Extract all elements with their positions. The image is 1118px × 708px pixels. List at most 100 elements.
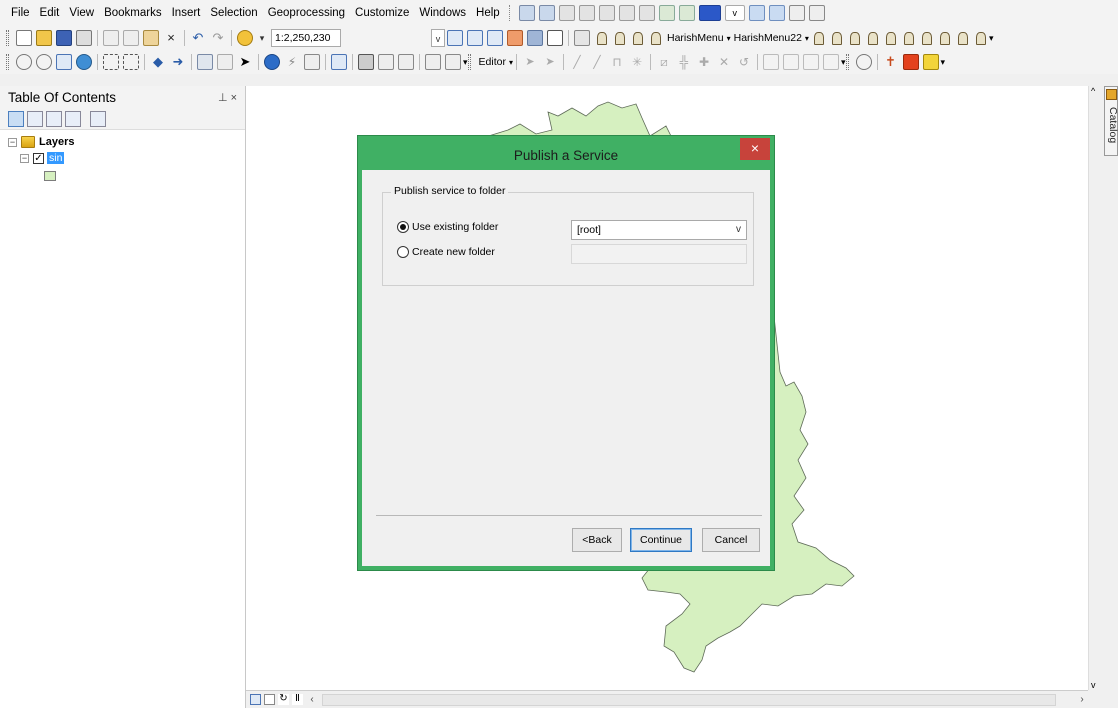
zoom-in-icon[interactable] <box>16 54 32 70</box>
menu-geoprocessing[interactable]: Geoprocessing <box>263 0 350 26</box>
editor-toolbar-icon[interactable] <box>447 30 463 46</box>
chevron-down-icon[interactable]: v <box>724 5 745 21</box>
use-existing-folder-radio[interactable] <box>397 221 409 233</box>
menu-help[interactable]: Help <box>471 0 505 26</box>
custom-tool-icon[interactable] <box>919 30 933 46</box>
existing-folder-select[interactable]: [root] v <box>571 220 747 240</box>
printer-icon[interactable] <box>788 5 805 21</box>
data-view-button[interactable] <box>250 694 261 705</box>
pin-close-icon[interactable]: ⊥ × <box>218 91 237 104</box>
save-icon[interactable] <box>56 30 72 46</box>
edit-annotation-icon[interactable]: ➤ <box>542 54 558 70</box>
cut-polygons-icon[interactable]: ✚ <box>696 54 712 70</box>
custom-house-icon[interactable] <box>902 54 919 70</box>
search-window-icon[interactable] <box>507 30 523 46</box>
layer-label[interactable]: sin <box>47 152 65 164</box>
copy-icon[interactable] <box>123 30 139 46</box>
custom-tool-icon[interactable] <box>973 30 987 46</box>
scale-dropdown-icon[interactable]: v <box>431 29 445 47</box>
custom-tool-icon[interactable] <box>883 30 897 46</box>
catalog-icon[interactable] <box>487 30 503 46</box>
layout-icon[interactable] <box>578 5 595 21</box>
toolbar-grip[interactable] <box>845 54 849 70</box>
menu-file[interactable]: File <box>6 0 35 26</box>
custom-tool-icon[interactable] <box>594 30 608 46</box>
sketch-properties-icon[interactable] <box>782 54 799 70</box>
scroll-down-icon[interactable]: v <box>1091 680 1096 690</box>
custom-tool-icon[interactable] <box>612 30 626 46</box>
new-document-icon[interactable] <box>16 30 32 46</box>
list-by-source-icon[interactable] <box>27 110 43 127</box>
close-button[interactable]: × <box>740 138 770 160</box>
custom-tool-icon[interactable] <box>811 30 825 46</box>
full-extent-icon[interactable] <box>76 54 92 70</box>
page-icon[interactable] <box>768 5 785 21</box>
add-data-icon[interactable] <box>237 30 253 46</box>
table-icon[interactable] <box>598 5 615 21</box>
python-window-icon[interactable] <box>547 30 563 46</box>
toolbar-grip[interactable] <box>6 30 9 46</box>
rotate-icon[interactable]: ↺ <box>736 54 752 70</box>
toolbar-overflow-icon[interactable]: ▾ <box>989 33 994 44</box>
straight-segment-icon[interactable]: ╱ <box>569 54 585 70</box>
redo-icon[interactable]: ↷ <box>210 30 226 46</box>
scroll-left-icon[interactable]: ‹ <box>306 694 318 705</box>
go-to-xy-icon[interactable] <box>378 54 394 70</box>
attributes-icon[interactable] <box>762 54 779 70</box>
layers-root-row[interactable]: − Layers <box>8 134 245 150</box>
open-folder-icon[interactable] <box>36 30 52 46</box>
endpoint-arc-icon[interactable]: ╱ <box>589 54 605 70</box>
hyperlink-icon[interactable]: ⚡ <box>284 54 300 70</box>
refresh-icon[interactable]: ↻ <box>278 694 289 705</box>
point-icon[interactable]: ✳ <box>629 54 645 70</box>
back-arrow-icon[interactable]: ◆ <box>150 54 166 70</box>
editor-menu[interactable]: Editor <box>476 56 509 68</box>
trace-icon[interactable]: ⊓ <box>609 54 625 70</box>
html-popup-icon[interactable] <box>304 54 320 70</box>
clear-selection-icon[interactable] <box>217 54 233 70</box>
layout-view-icon[interactable] <box>445 54 461 70</box>
collapse-icon[interactable]: − <box>8 137 17 147</box>
custom-tool-icon[interactable] <box>901 30 915 46</box>
polygon-symbol-swatch[interactable] <box>44 170 56 181</box>
time-slider-icon[interactable] <box>398 54 414 70</box>
create-viewer-icon[interactable] <box>425 54 441 70</box>
list-by-drawing-order-icon[interactable] <box>8 110 24 127</box>
table-of-contents-icon[interactable] <box>467 30 483 46</box>
toolbar-overflow-icon[interactable]: ▾ <box>941 57 946 68</box>
measure-icon[interactable] <box>331 54 347 70</box>
menu-insert[interactable]: Insert <box>167 0 206 26</box>
custom-tool-icon[interactable] <box>630 30 644 46</box>
globe-icon[interactable] <box>518 5 535 21</box>
edit-tool-icon[interactable]: ➤ <box>522 54 538 70</box>
paste-icon[interactable] <box>143 30 159 46</box>
harish-menu-22[interactable]: HarishMenu22 <box>731 32 805 44</box>
catalog-dock-tab[interactable]: Catalog <box>1104 86 1118 156</box>
harish-menu[interactable]: HarishMenu <box>664 32 727 44</box>
select-features-icon[interactable] <box>197 54 213 70</box>
magnifier-icon[interactable] <box>855 54 872 70</box>
continue-button[interactable]: Continue <box>630 528 692 552</box>
custom-tool-icon[interactable] <box>865 30 879 46</box>
toolbar-grip[interactable] <box>6 54 9 70</box>
identify-icon[interactable] <box>264 54 280 70</box>
create-new-folder-radio[interactable] <box>397 246 409 258</box>
editor-options-icon[interactable] <box>822 54 839 70</box>
zoom-out-icon[interactable] <box>36 54 52 70</box>
custom-tool-icon[interactable] <box>955 30 969 46</box>
find-icon[interactable] <box>358 54 374 70</box>
layout-view-button[interactable] <box>264 694 275 705</box>
edit-vertices-icon[interactable]: ⧄ <box>656 54 672 70</box>
custom-tool-icon[interactable] <box>937 30 951 46</box>
scroll-right-icon[interactable]: › <box>1076 694 1088 705</box>
menu-selection[interactable]: Selection <box>205 0 262 26</box>
toolbar-grip[interactable] <box>467 54 471 70</box>
options-icon[interactable] <box>90 110 106 127</box>
list-by-selection-icon[interactable] <box>65 110 81 127</box>
horizontal-scrollbar[interactable] <box>322 693 1056 706</box>
split-icon[interactable]: ✕ <box>716 54 732 70</box>
menu-windows[interactable]: Windows <box>414 0 471 26</box>
menu-edit[interactable]: Edit <box>35 0 65 26</box>
create-new-folder-option[interactable]: Create new folder <box>397 246 495 258</box>
vertical-scrollbar[interactable]: ^ v <box>1088 86 1102 690</box>
